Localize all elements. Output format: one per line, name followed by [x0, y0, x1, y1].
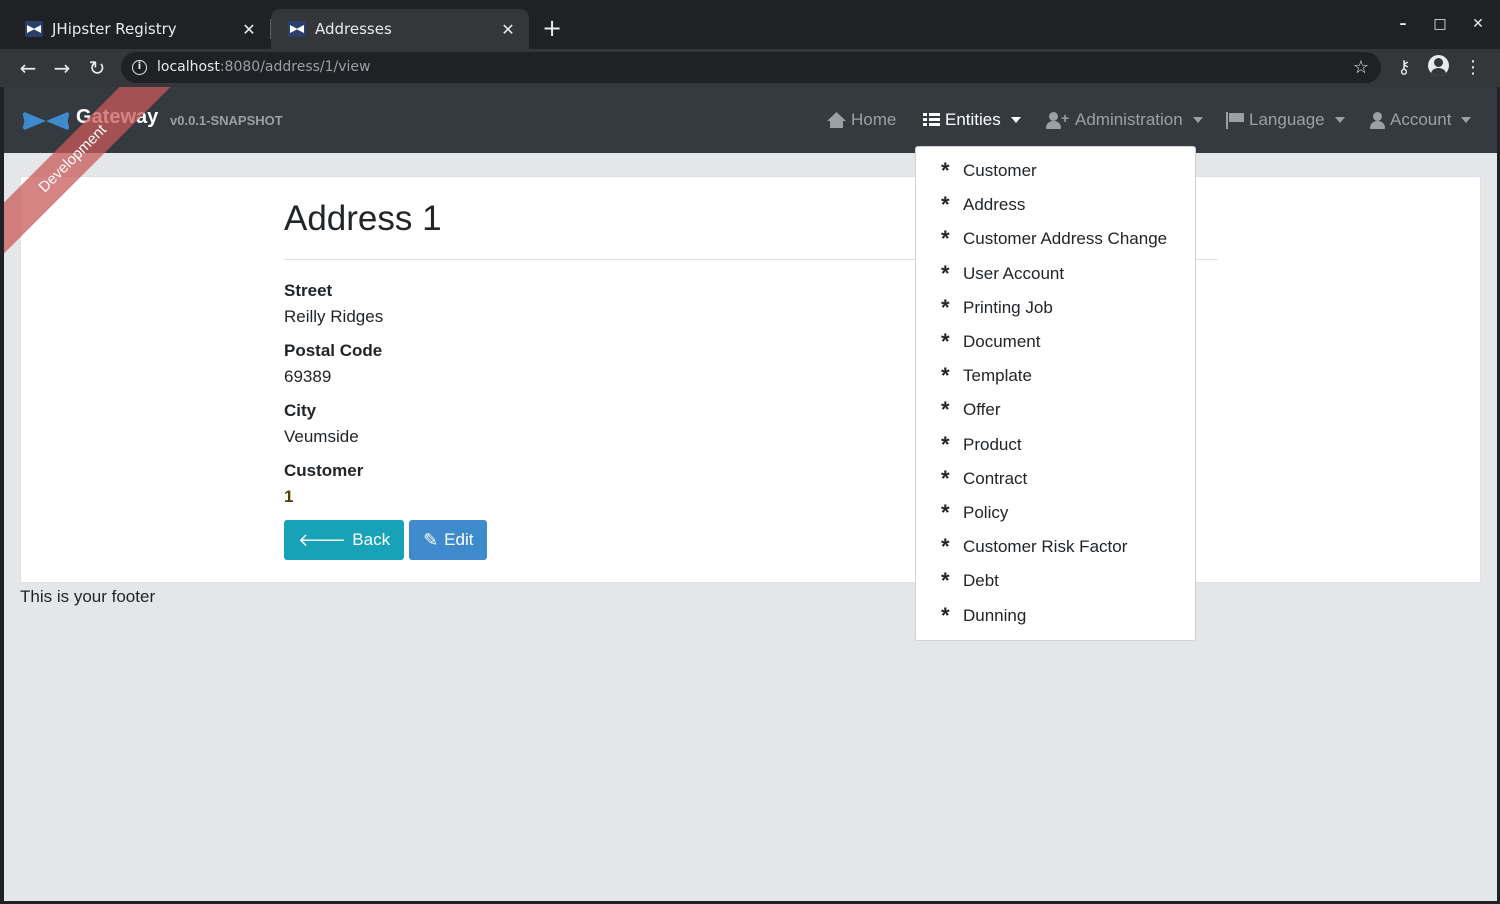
new-tab-button[interactable]: + — [540, 14, 564, 42]
menu-item-contract[interactable]: * Contract — [916, 462, 1195, 496]
menu-item-customer[interactable]: * Customer — [916, 154, 1195, 188]
caret-down-icon — [1192, 117, 1203, 123]
nav-entities[interactable]: Entities — [923, 109, 1021, 131]
menu-item-debt[interactable]: * Debt — [916, 564, 1195, 598]
back-button[interactable]: 🡐 Back — [284, 520, 405, 560]
arrow-left-icon: 🡐 — [298, 529, 347, 550]
asterisk-icon: * — [941, 602, 950, 628]
bookmark-star-icon[interactable]: ☆ — [1353, 52, 1369, 83]
browser-tab-bar: JHipster Registry ✕ Addresses ✕ + – □ ✕ — [0, 0, 1500, 49]
close-window-button[interactable]: ✕ — [1463, 10, 1493, 38]
address-detail-card: Address 1 Street Reilly Ridges Postal Co… — [20, 176, 1481, 583]
edit-label: Edit — [444, 530, 474, 549]
forward-arrow-icon[interactable]: → — [48, 54, 76, 82]
asterisk-icon: * — [941, 397, 950, 423]
menu-item-policy[interactable]: * Policy — [916, 496, 1195, 530]
menu-item-user-account[interactable]: * User Account — [916, 257, 1195, 291]
pencil-icon: ✎ — [423, 529, 439, 550]
nav-account[interactable]: Account — [1370, 109, 1472, 131]
edit-button[interactable]: ✎ Edit — [409, 520, 488, 560]
menu-item-address[interactable]: * Address — [916, 188, 1195, 222]
site-info-icon[interactable]: i — [132, 60, 147, 75]
asterisk-icon: * — [941, 192, 950, 218]
brand-version: v0.0.1-SNAPSHOT — [170, 113, 283, 128]
home-icon — [827, 112, 846, 128]
nav-label: Account — [1390, 110, 1452, 129]
menu-item-customer-risk-factor[interactable]: * Customer Risk Factor — [916, 530, 1195, 564]
maximize-button[interactable]: □ — [1425, 10, 1455, 38]
asterisk-icon: * — [941, 363, 950, 389]
asterisk-icon: * — [941, 465, 950, 491]
asterisk-icon: * — [941, 260, 950, 286]
asterisk-icon: * — [941, 534, 950, 560]
nav-label: Entities — [945, 110, 1001, 129]
footer-text: This is your footer — [20, 587, 156, 606]
nav-home[interactable]: Home — [827, 109, 896, 131]
nav-label: Language — [1249, 110, 1325, 129]
nav-label: Administration — [1075, 110, 1183, 129]
asterisk-icon: * — [941, 158, 950, 184]
tab-jhipster-registry[interactable]: JHipster Registry ✕ — [8, 9, 271, 49]
menu-item-offer[interactable]: * Offer — [916, 393, 1195, 427]
tab-addresses[interactable]: Addresses ✕ — [271, 9, 529, 49]
url-text: localhost:8080/address/1/view — [157, 59, 371, 75]
entities-dropdown-menu: * Customer * Address * Customer Address Cha… — [915, 146, 1196, 641]
asterisk-icon: * — [941, 499, 950, 525]
address-bar[interactable]: i localhost:8080/address/1/view ☆ — [121, 52, 1381, 83]
jhipster-favicon-icon — [25, 21, 43, 37]
user-plus-icon — [1046, 110, 1070, 129]
list-icon — [923, 112, 940, 128]
asterisk-icon: * — [941, 226, 950, 252]
menu-item-document[interactable]: * Document — [916, 325, 1195, 359]
close-tab-icon[interactable]: ✕ — [238, 20, 260, 39]
menu-item-printing-job[interactable]: * Printing Job — [916, 291, 1195, 325]
asterisk-icon: * — [941, 329, 950, 355]
menu-item-template[interactable]: * Template — [916, 359, 1195, 393]
tab-title: JHipster Registry — [52, 20, 177, 38]
back-label: Back — [352, 530, 391, 549]
key-icon[interactable]: ⚷ — [1390, 54, 1418, 82]
app-navbar: Gateway v0.0.1-SNAPSHOT Home Entities Ad… — [4, 87, 1497, 153]
asterisk-icon: * — [941, 431, 950, 457]
user-icon — [1370, 111, 1385, 129]
minimize-button[interactable]: – — [1388, 10, 1418, 38]
caret-down-icon — [1461, 117, 1472, 123]
nav-language[interactable]: Language — [1226, 109, 1345, 131]
asterisk-icon: * — [941, 568, 950, 594]
menu-item-product[interactable]: * Product — [916, 428, 1195, 462]
browser-menu-icon[interactable]: ⋮ — [1459, 54, 1487, 82]
jhipster-favicon-icon — [288, 21, 306, 37]
flag-icon — [1226, 111, 1244, 129]
close-tab-icon[interactable]: ✕ — [497, 20, 519, 39]
profile-avatar-icon[interactable] — [1428, 55, 1449, 76]
reload-icon[interactable]: ↻ — [83, 54, 111, 82]
asterisk-icon: * — [941, 294, 950, 320]
menu-item-dunning[interactable]: * Dunning — [916, 598, 1195, 632]
page-viewport: Development Gateway v0.0.1-SNAPSHOT Home… — [4, 87, 1497, 901]
jhipster-logo-icon[interactable] — [22, 111, 70, 131]
browser-toolbar: ← → ↻ i localhost:8080/address/1/view ☆ … — [0, 49, 1500, 87]
nav-label: Home — [851, 110, 897, 129]
caret-down-icon — [1334, 117, 1345, 123]
back-arrow-icon[interactable]: ← — [14, 54, 42, 82]
nav-administration[interactable]: Administration — [1046, 109, 1203, 131]
tab-title: Addresses — [315, 20, 392, 38]
caret-down-icon — [1010, 117, 1021, 123]
menu-item-customer-address-change[interactable]: * Customer Address Change — [916, 222, 1195, 256]
